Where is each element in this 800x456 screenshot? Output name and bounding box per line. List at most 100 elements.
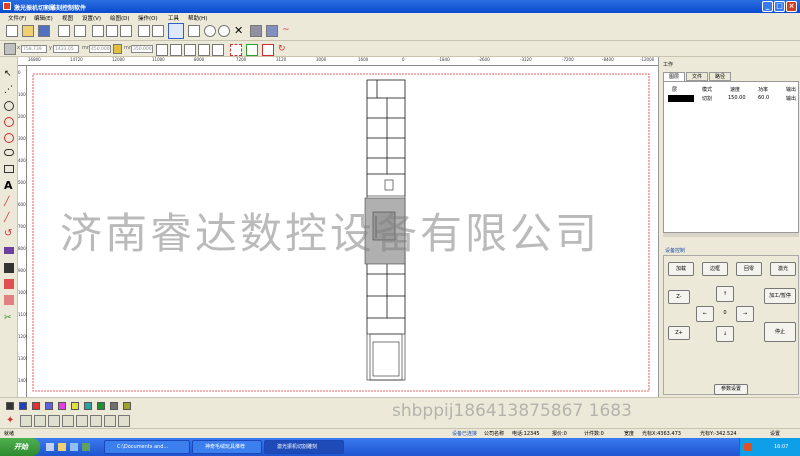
up-button[interactable]: ↑ — [716, 286, 734, 302]
mirror-h-icon[interactable] — [170, 44, 182, 56]
zoom-in-icon[interactable] — [204, 25, 216, 37]
align-middle-icon[interactable] — [76, 415, 88, 427]
color-swatch[interactable] — [6, 402, 14, 410]
select-arrow-icon[interactable]: ↖ — [4, 69, 14, 79]
menu-view[interactable]: 视图 — [62, 14, 73, 22]
grid-icon[interactable] — [250, 25, 262, 37]
arc-tool-icon[interactable] — [4, 117, 14, 127]
parameter-settings-button[interactable]: 参数设置 — [714, 384, 748, 395]
x-input[interactable]: 758.739 — [21, 45, 47, 53]
align-right-icon[interactable] — [48, 415, 60, 427]
minimize-button[interactable]: _ — [762, 1, 773, 12]
close-button[interactable]: × — [786, 1, 797, 12]
load-button[interactable]: 加载 — [668, 262, 694, 276]
circle-tool-icon[interactable] — [4, 101, 14, 111]
refresh-icon[interactable]: ↻ — [278, 44, 290, 56]
curve-tool-icon[interactable] — [4, 133, 14, 143]
y-input[interactable]: 1433.05 — [53, 45, 79, 53]
color-swatch[interactable] — [19, 402, 27, 410]
taskbar-item-browser[interactable]: 神奇毛绒玩具推荐 — [192, 440, 262, 454]
z-minus-button[interactable]: Z- — [668, 290, 690, 304]
menu-tools[interactable]: 工具 — [168, 14, 179, 22]
quicklaunch-folder-icon[interactable] — [58, 443, 66, 451]
color-tool-icon[interactable] — [4, 279, 14, 289]
save-icon[interactable] — [38, 25, 50, 37]
export-icon[interactable] — [74, 25, 86, 37]
tab-layers[interactable]: 图层 — [663, 72, 685, 81]
rotate-tool-icon[interactable]: ↺ — [4, 229, 14, 239]
quicklaunch-ie-icon[interactable] — [46, 443, 54, 451]
mirror-v-icon[interactable] — [184, 44, 196, 56]
import-icon[interactable] — [58, 25, 70, 37]
menu-settings[interactable]: 设置(V) — [82, 14, 101, 22]
start-pause-button[interactable]: 加工/暂停 — [764, 288, 796, 304]
down-button[interactable]: ↓ — [716, 326, 734, 342]
height-input[interactable]: 350.000 — [131, 45, 153, 53]
taskbar-item-explorer[interactable]: C:\Documents and... — [104, 440, 190, 454]
align-left-icon[interactable] — [20, 415, 32, 427]
quicklaunch-media-icon[interactable] — [82, 443, 90, 451]
zoom-out-icon[interactable] — [218, 25, 230, 37]
stop-button[interactable]: 停止 — [764, 322, 796, 342]
pan-hand-icon[interactable] — [168, 23, 184, 39]
status-settings[interactable]: 设置 — [770, 430, 780, 437]
polyline-tool-icon[interactable]: ╱ — [4, 213, 14, 223]
z-plus-button[interactable]: Z+ — [668, 326, 690, 340]
maximize-button[interactable]: □ — [774, 1, 785, 12]
paste-icon[interactable] — [120, 25, 132, 37]
cut-icon[interactable] — [92, 25, 104, 37]
menu-draw[interactable]: 绘图(D) — [110, 14, 130, 22]
lock-icon[interactable] — [113, 44, 122, 54]
same-width-icon[interactable] — [104, 415, 116, 427]
offset-icon[interactable] — [262, 44, 274, 56]
rotate-icon[interactable] — [156, 44, 168, 56]
menu-operate[interactable]: 操作(O) — [138, 14, 158, 22]
text-tool-icon[interactable]: A — [4, 180, 14, 191]
color-swatch[interactable] — [71, 402, 79, 410]
laser-button[interactable]: 激光 — [770, 262, 796, 276]
new-file-icon[interactable] — [6, 25, 18, 37]
color-swatch[interactable] — [45, 402, 53, 410]
copy-icon[interactable] — [106, 25, 118, 37]
zoom-page-icon[interactable] — [188, 25, 200, 37]
left-button[interactable]: ← — [696, 306, 714, 322]
start-button[interactable]: 开始 — [0, 438, 40, 456]
tab-path[interactable]: 路径 — [709, 72, 731, 81]
align-center-icon[interactable] — [34, 415, 46, 427]
scrollbar-horizontal[interactable] — [663, 233, 799, 237]
same-height-icon[interactable] — [118, 415, 130, 427]
align-icon[interactable] — [198, 44, 210, 56]
pattern-tool-icon[interactable] — [4, 295, 14, 305]
delete-x-icon[interactable]: ✕ — [234, 25, 246, 37]
align-bottom-icon[interactable] — [90, 415, 102, 427]
layer-icon[interactable] — [266, 25, 278, 37]
color-swatch[interactable] — [84, 402, 92, 410]
home-button[interactable]: 回零 — [736, 262, 762, 276]
color-swatch[interactable] — [110, 402, 118, 410]
open-folder-icon[interactable] — [22, 25, 34, 37]
tab-files[interactable]: 文件 — [686, 72, 708, 81]
undo-icon[interactable] — [138, 25, 150, 37]
width-input[interactable]: 450.000 — [89, 45, 111, 53]
redo-icon[interactable] — [152, 25, 164, 37]
frame-button[interactable]: 边框 — [702, 262, 728, 276]
align-top-icon[interactable] — [62, 415, 74, 427]
color-swatch[interactable] — [123, 402, 131, 410]
color-swatch[interactable] — [58, 402, 66, 410]
menu-help[interactable]: 帮助(H) — [188, 14, 207, 22]
bitmap-tool-icon[interactable] — [4, 247, 14, 254]
star-node-icon[interactable]: ✦ — [6, 415, 18, 427]
color-swatch[interactable] — [97, 402, 105, 410]
path-icon[interactable]: ~ — [282, 25, 294, 37]
array-icon[interactable] — [246, 44, 258, 56]
tray-app-icon[interactable] — [744, 443, 752, 451]
measure-tool-icon[interactable]: ✂ — [4, 313, 14, 323]
rectangle-tool-icon[interactable] — [4, 165, 14, 173]
line-tool-icon[interactable]: ╱ — [4, 197, 14, 207]
taskbar-item-laser-app[interactable]: 激光振机切割雕刻 — [264, 440, 344, 454]
ellipse-tool-icon[interactable] — [4, 149, 14, 156]
fill-tool-icon[interactable] — [4, 263, 14, 273]
select-box-icon[interactable] — [230, 44, 242, 56]
color-swatch[interactable] — [32, 402, 40, 410]
table-row[interactable]: 切割 150.00 60.0 输出 — [665, 94, 798, 103]
